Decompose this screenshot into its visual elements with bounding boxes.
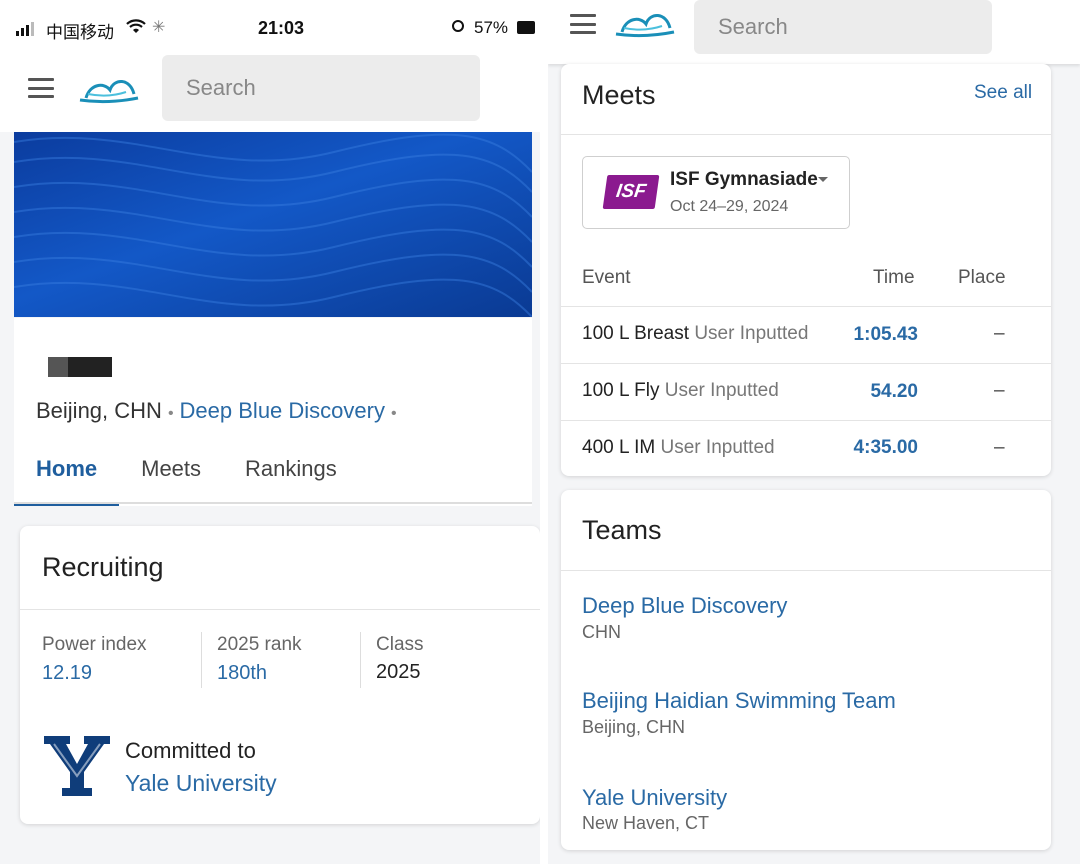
power-index-label: Power index — [42, 634, 147, 655]
event-cell: 100 L Fly User Inputted — [582, 380, 779, 402]
app-logo-icon[interactable] — [78, 70, 140, 111]
tab-rankings[interactable]: Rankings — [223, 446, 359, 504]
redacted-name — [48, 357, 112, 377]
profile-banner — [14, 132, 532, 317]
team-name-link[interactable]: Beijing Haidian Swimming Team — [582, 688, 896, 714]
team-location: CHN — [582, 622, 621, 642]
column-header-place: Place — [958, 267, 1006, 288]
see-all-link[interactable]: See all — [974, 82, 1032, 104]
event-name: 100 L Breast — [582, 323, 690, 344]
team-location: Beijing, CHN — [582, 717, 686, 737]
team-location: New Haven, CT — [582, 813, 710, 833]
row-divider — [561, 420, 1051, 421]
time-cell[interactable]: 1:05.43 — [798, 324, 918, 346]
menu-icon[interactable] — [570, 14, 596, 34]
tab-meets[interactable]: Meets — [119, 446, 223, 504]
status-bar: 中国移动 ✳ 21:03 57% — [0, 0, 540, 58]
yale-logo-icon[interactable]: Y — [42, 732, 112, 800]
team-name-link[interactable]: Deep Blue Discovery — [582, 593, 787, 619]
chevron-down-icon — [818, 177, 828, 182]
recruiting-title: Recruiting — [42, 552, 164, 582]
separator-dot: • — [167, 405, 174, 422]
committed-school-link[interactable]: Yale University — [125, 770, 277, 797]
app-header: Search — [548, 0, 1080, 64]
class-value: 2025 — [376, 661, 421, 683]
wifi-icon — [126, 19, 146, 40]
signal-icon — [16, 22, 34, 36]
event-name: 400 L IM — [582, 437, 656, 458]
stat-separator — [201, 632, 202, 688]
rotation-lock-icon — [452, 20, 464, 32]
profile-location-line: Beijing, CHN • Deep Blue Discovery • — [36, 398, 403, 424]
search-input[interactable]: Search — [162, 55, 480, 121]
teams-title: Teams — [582, 515, 662, 545]
menu-icon[interactable] — [28, 78, 54, 98]
event-source: User Inputted — [664, 380, 779, 401]
profile-location: Beijing, CHN — [36, 398, 162, 423]
power-index-value[interactable]: 12.19 — [42, 662, 92, 685]
separator-dot: • — [390, 405, 397, 422]
row-divider — [561, 363, 1051, 364]
battery-percent: 57% — [474, 18, 509, 37]
search-input[interactable]: Search — [694, 0, 992, 54]
event-cell: 400 L IM User Inputted — [582, 437, 775, 459]
rank-value[interactable]: 180th — [217, 662, 267, 685]
status-time: 21:03 — [258, 18, 305, 38]
app-logo-icon[interactable] — [614, 4, 676, 45]
time-cell[interactable]: 54.20 — [798, 381, 918, 403]
event-name: 100 L Fly — [582, 380, 660, 401]
isf-logo-icon: ISF — [602, 175, 660, 209]
profile-club-link[interactable]: Deep Blue Discovery — [180, 398, 385, 423]
card-divider — [20, 609, 540, 610]
left-screen: 中国移动 ✳ 21:03 57% Search Beijing, CHN • D… — [0, 0, 540, 864]
meet-dates: Oct 24–29, 2024 — [670, 198, 789, 215]
meet-name: ISF Gymnasiade — [670, 169, 818, 190]
card-divider — [561, 134, 1051, 135]
app-header: Search — [0, 55, 540, 132]
profile-tabs: Home Meets Rankings — [14, 446, 532, 506]
place-cell: – — [994, 437, 1005, 458]
event-cell: 100 L Breast User Inputted — [582, 323, 808, 345]
place-cell: – — [994, 323, 1005, 344]
team-name-link[interactable]: Yale University — [582, 785, 727, 811]
place-cell: – — [994, 380, 1005, 401]
event-source: User Inputted — [660, 437, 775, 458]
stat-separator — [360, 632, 361, 688]
recruiting-card: Recruiting Power index 12.19 2025 rank 1… — [20, 526, 540, 824]
loading-icon: ✳ — [152, 19, 166, 36]
table-divider — [561, 306, 1051, 307]
meets-title: Meets — [582, 80, 656, 110]
column-header-time: Time — [873, 267, 915, 288]
time-cell[interactable]: 4:35.00 — [798, 437, 918, 459]
tabs-divider — [14, 502, 532, 504]
carrier-name: 中国移动 — [46, 23, 114, 42]
class-label: Class — [376, 634, 424, 655]
card-divider — [561, 570, 1051, 571]
committed-label: Committed to — [125, 738, 256, 763]
tab-home[interactable]: Home — [14, 446, 120, 506]
rank-label: 2025 rank — [217, 634, 302, 655]
event-source: User Inputted — [694, 323, 809, 344]
battery-icon — [517, 21, 535, 34]
column-header-event: Event — [582, 267, 631, 288]
